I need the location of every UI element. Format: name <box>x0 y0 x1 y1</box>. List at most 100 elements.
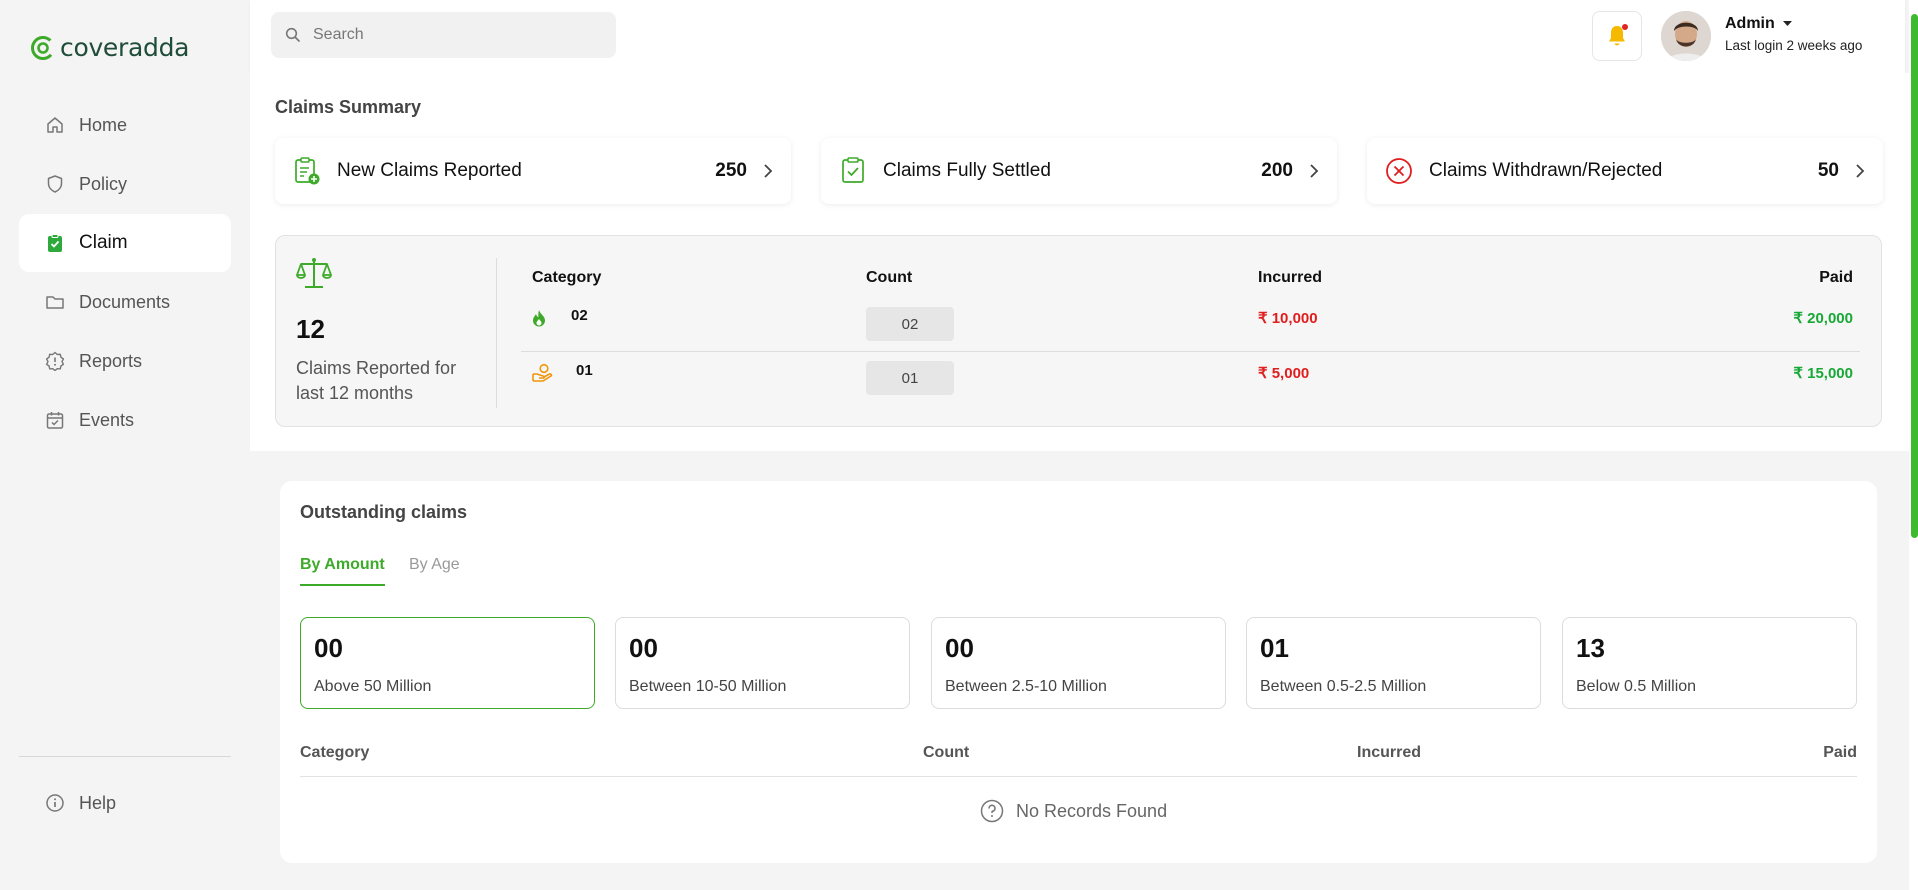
bucket-label: Between 10-50 Million <box>629 678 787 695</box>
empty-state: No Records Found <box>980 799 1167 823</box>
table-row-2-paid: ₹ 15,000 <box>1793 365 1853 382</box>
sidebar-item-label: Reports <box>79 350 143 371</box>
outstanding-title: Outstanding claims <box>300 502 468 522</box>
fire-icon <box>533 310 545 327</box>
col-header-paid: Paid <box>1823 744 1857 761</box>
help-label: Help <box>79 792 117 813</box>
folder-icon <box>46 296 64 309</box>
col-header-count: Count <box>866 269 913 286</box>
avatar[interactable] <box>1661 11 1711 61</box>
sidebar-item-home[interactable]: Home <box>19 96 231 154</box>
row-divider <box>521 351 1860 352</box>
sidebar-item-documents[interactable]: Documents <box>19 273 231 331</box>
sidebar-item-label: Events <box>79 409 135 430</box>
table-row-1-incurred: ₹ 10,000 <box>1258 310 1318 327</box>
sidebar-nav: Home Policy Claim Documents Reports Even… <box>19 96 231 450</box>
col-header-category: Category <box>532 269 602 286</box>
bucket-value: 00 <box>314 633 343 663</box>
clipboard-check-icon <box>842 157 864 183</box>
table-row-1-count: 02 <box>866 307 954 341</box>
search-input[interactable] <box>313 26 593 44</box>
sidebar-item-events[interactable]: Events <box>19 391 231 449</box>
sidebar-divider <box>19 756 231 757</box>
claims-rejected-label: Claims Withdrawn/Rejected <box>1429 160 1663 181</box>
user-photo-icon <box>1661 11 1711 61</box>
bucket-value: 00 <box>945 633 974 663</box>
search-box[interactable] <box>271 12 616 58</box>
table-row-1-category: 02 <box>571 307 588 324</box>
chevron-right-icon <box>1310 164 1319 178</box>
chevron-right-icon <box>1856 164 1865 178</box>
active-tab-indicator <box>300 584 385 586</box>
bucket-card-above-50m[interactable]: 00 Above 50 Million <box>300 617 595 709</box>
col-header-incurred: Incurred <box>1258 269 1323 286</box>
bucket-value: 01 <box>1260 633 1289 663</box>
sidebar-item-label: Documents <box>79 291 171 312</box>
notification-button[interactable] <box>1592 11 1642 61</box>
bucket-label: Between 2.5-10 Million <box>945 678 1107 695</box>
home-icon <box>47 117 63 133</box>
last-login-text: Last login 2 weeks ago <box>1725 38 1863 53</box>
notification-dot <box>1622 24 1628 30</box>
reported-label: Claims Reported for last 12 months <box>296 358 457 403</box>
claims-settled-value: 200 <box>1261 160 1293 181</box>
col-header-paid: Paid <box>1819 269 1853 286</box>
sidebar-item-label: Claim <box>79 232 128 253</box>
shield-icon <box>47 175 63 193</box>
outstanding-claims-card: Outstanding claims By Amount By Age 00 A… <box>280 481 1877 863</box>
badge-alert-icon <box>45 351 65 371</box>
bucket-card-10-50m[interactable]: 00 Between 10-50 Million <box>615 617 910 709</box>
sidebar-item-reports[interactable]: Reports <box>19 332 231 390</box>
help-section: Help <box>19 774 231 833</box>
top-header: Admin Last login 2 weeks ago <box>250 0 1905 73</box>
sidebar: coveradda Home Policy Claim Documents Re… <box>0 0 250 890</box>
table-row-2-count: 01 <box>866 361 954 395</box>
claims-rejected-card[interactable]: Claims Withdrawn/Rejected 50 <box>1367 138 1883 204</box>
col-header-category: Category <box>300 744 370 761</box>
bucket-value: 00 <box>629 633 658 663</box>
clipboard-check-icon <box>48 234 62 252</box>
x-circle-icon <box>1386 158 1412 184</box>
tab-by-amount[interactable]: By Amount <box>300 556 385 574</box>
scales-icon <box>296 258 332 288</box>
col-header-incurred: Incurred <box>1357 744 1422 761</box>
bucket-label: Above 50 Million <box>314 678 432 695</box>
claims-settled-card[interactable]: Claims Fully Settled 200 <box>821 138 1337 204</box>
reported-count: 12 <box>296 314 325 344</box>
sidebar-item-label: Policy <box>79 173 128 194</box>
logo-icon <box>31 35 55 60</box>
table-row-2-category: 01 <box>576 362 593 379</box>
sidebar-item-policy[interactable]: Policy <box>19 155 231 213</box>
brand-name: coveradda <box>60 33 190 62</box>
clipboard-plus-icon <box>295 157 320 185</box>
sidebar-item-help[interactable]: Help <box>19 774 231 832</box>
col-header-count: Count <box>923 744 970 761</box>
search-icon <box>285 27 300 42</box>
sidebar-item-label: Home <box>79 114 128 135</box>
brand-logo[interactable]: coveradda <box>30 33 189 62</box>
claims-rejected-value: 50 <box>1817 160 1839 181</box>
table-header-divider <box>300 776 1857 777</box>
table-row-1-paid: ₹ 20,000 <box>1793 310 1853 327</box>
bucket-label: Below 0.5 Million <box>1576 678 1697 695</box>
sidebar-item-claim[interactable]: Claim <box>19 214 231 272</box>
page-scrollbar-thumb[interactable] <box>1911 14 1918 538</box>
chevron-right-icon <box>764 164 773 178</box>
new-claims-card[interactable]: New Claims Reported 250 <box>275 138 791 204</box>
caret-down-icon <box>1782 21 1792 26</box>
claims-reported-panel: 12 Claims Reported for last 12 months Ca… <box>275 235 1882 427</box>
user-menu-toggle[interactable]: Admin <box>1725 15 1792 33</box>
bucket-card-2-5-10m[interactable]: 00 Between 2.5-10 Million <box>931 617 1226 709</box>
bucket-label: Between 0.5-2.5 Million <box>1260 678 1427 695</box>
table-row-2-incurred: ₹ 5,000 <box>1258 365 1310 382</box>
new-claims-value: 250 <box>715 160 747 181</box>
empty-state-text: No Records Found <box>1016 800 1168 821</box>
tab-by-age[interactable]: By Age <box>409 556 460 574</box>
user-name: Admin <box>1725 15 1775 32</box>
panel-divider <box>496 258 497 408</box>
bucket-card-0-5-2-5m[interactable]: 01 Between 0.5-2.5 Million <box>1246 617 1541 709</box>
bucket-card-below-0-5m[interactable]: 13 Below 0.5 Million <box>1562 617 1857 709</box>
new-claims-label: New Claims Reported <box>337 160 522 181</box>
claims-settled-label: Claims Fully Settled <box>883 160 1051 181</box>
question-circle-icon <box>980 799 1004 823</box>
